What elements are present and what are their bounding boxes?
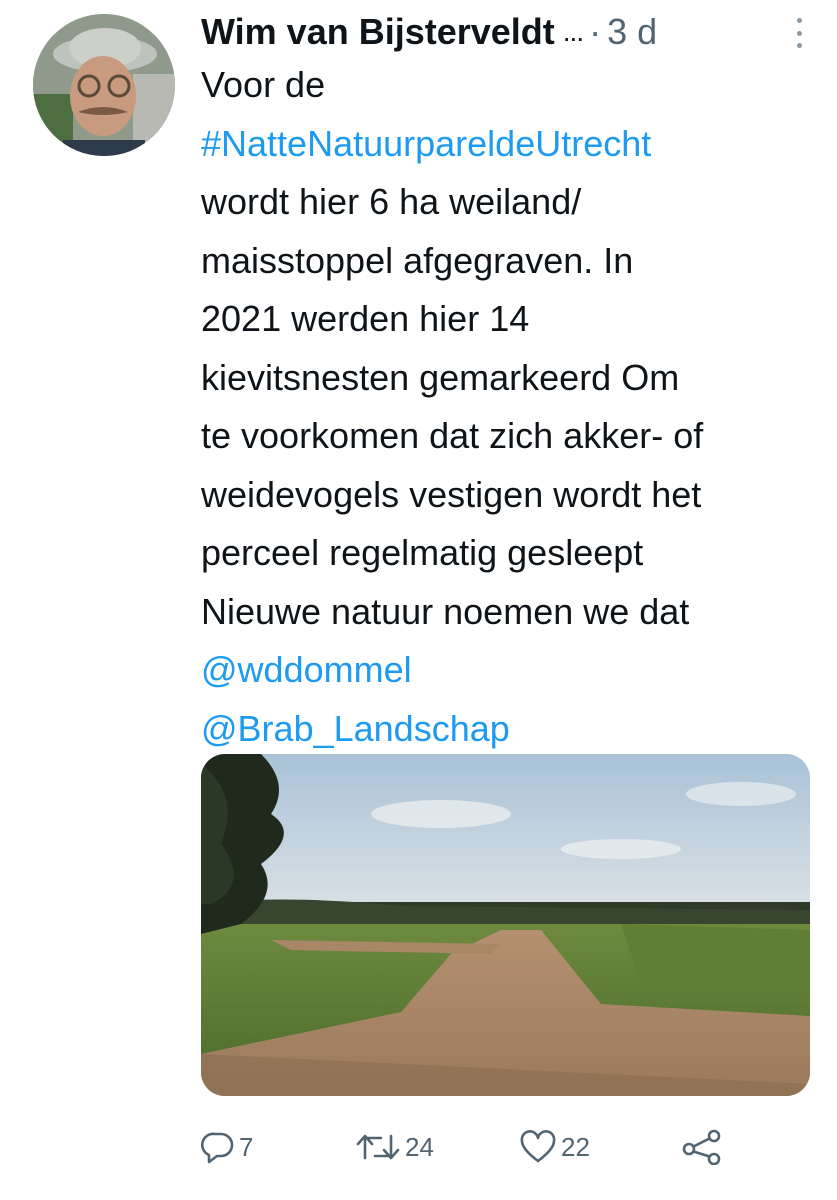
tweet-text-line: 2021 werden hier 14 [201,298,530,339]
avatar-photo [33,14,175,156]
share-button[interactable] [681,1122,723,1172]
reply-button[interactable]: 7 [201,1122,253,1172]
tweet-text-line: kievitsnesten gemarkeerd Om [201,356,680,398]
share-icon [682,1129,721,1165]
separator: · [589,11,602,52]
like-count: 22 [561,1131,590,1162]
retweet-icon [356,1134,400,1160]
tweet-link[interactable]: @Brab_Landschap [201,700,811,759]
tweet-text-line: Voor de [201,64,326,105]
more-options-icon[interactable] [791,18,807,48]
tweet-text: Voor de #NatteNatuurpareldeUtrecht wordt h… [201,56,811,758]
name-truncation: ... [562,16,584,47]
tweet-text-line: wordt hier 6 ha weiland/ [201,181,582,222]
tweet-text-line: maisstoppel afgegraven. In [201,239,634,281]
tweet-text-line: Nieuwe natuur noemen we dat [201,590,690,632]
like-button[interactable]: 22 [519,1122,590,1172]
heart-icon [520,1130,556,1163]
retweet-button[interactable]: 24 [355,1122,434,1172]
tweet-header: Wim van Bijsterveldt ... · 3 d [201,8,807,56]
author-name[interactable]: Wim van Bijsterveldt [201,8,555,56]
timestamp[interactable]: 3 d [607,8,657,56]
reply-count: 7 [239,1131,254,1162]
reply-icon [201,1132,234,1164]
tweet-text-line: weidevogels vestigen wordt het [201,473,702,515]
tweet-text-line: te voorkomen dat zich akker- of [201,415,704,456]
avatar[interactable] [33,14,175,156]
retweet-count: 24 [405,1131,434,1162]
tweet-link[interactable]: #NatteNatuurpareldeUtrecht [201,115,811,174]
tweet-media[interactable] [201,754,810,1096]
action-bar: 7 24 22 [201,1122,761,1172]
landscape-photo [201,754,810,1096]
tweet-link[interactable]: @wddommel [201,641,811,700]
tweet-text-line: perceel regelmatig gesleept [201,532,644,573]
